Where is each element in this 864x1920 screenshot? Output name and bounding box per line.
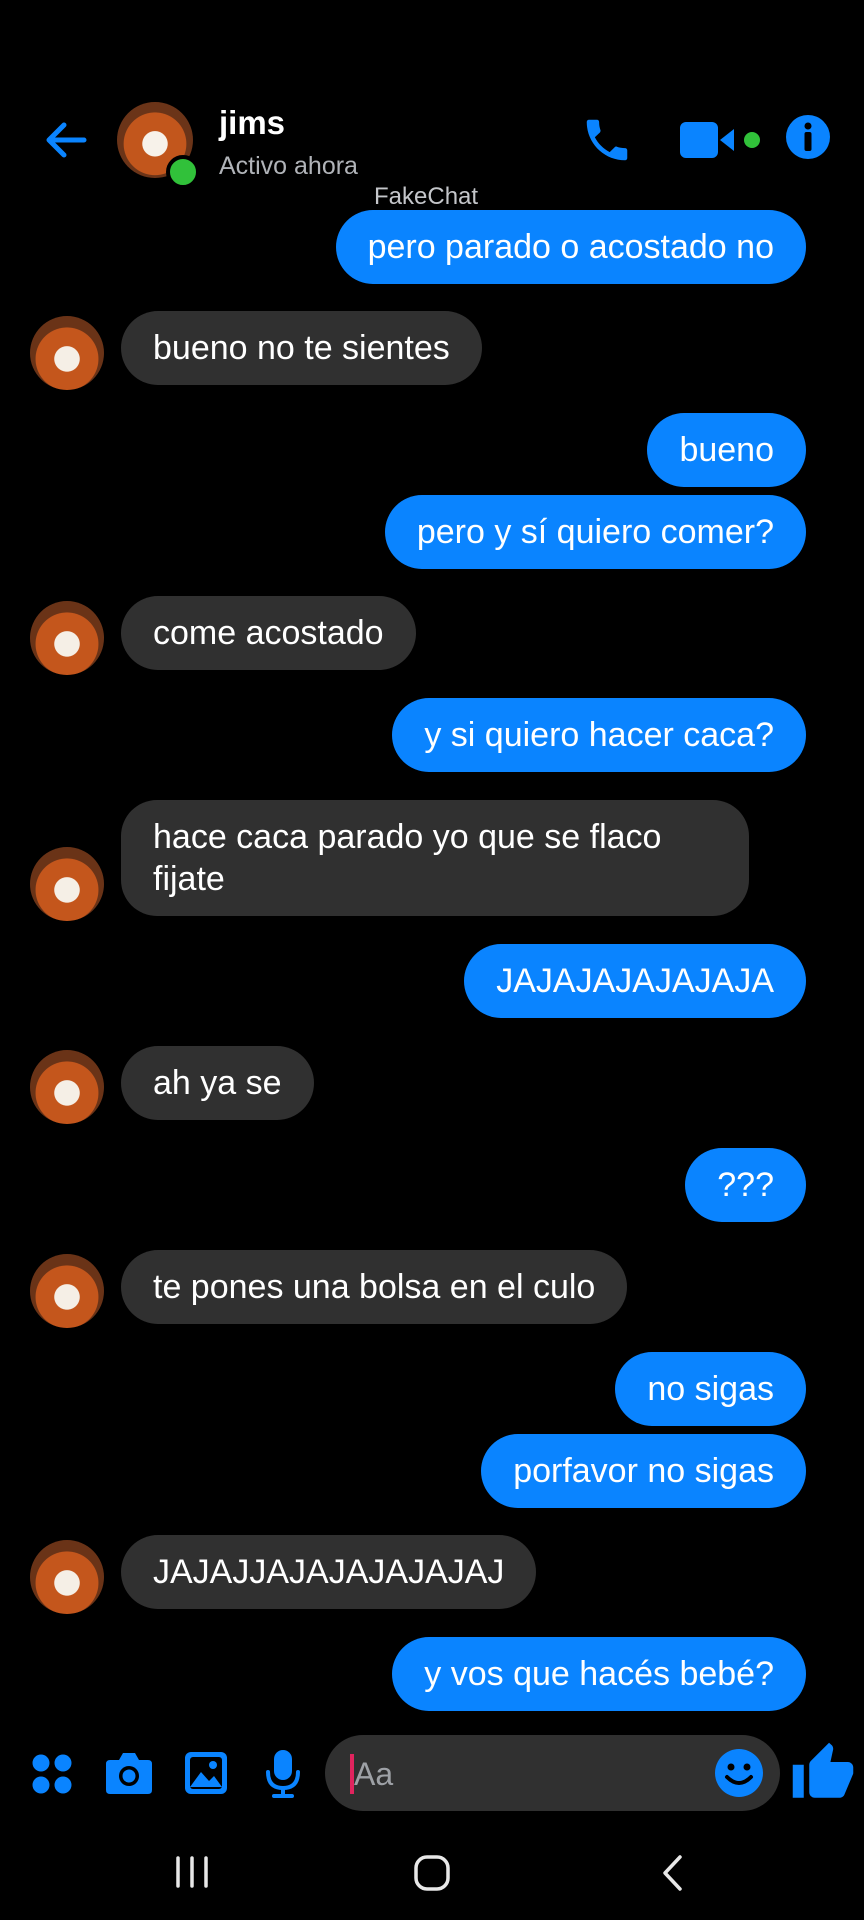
chat-header: jims Activo ahora FakeChat (0, 0, 864, 210)
message-bubble-outgoing[interactable]: porfavor no sigas (481, 1434, 806, 1508)
back-nav-icon[interactable] (656, 1854, 690, 1892)
message-input-placeholder: Aa (354, 1756, 394, 1792)
thumbs-up-icon[interactable] (790, 1740, 856, 1806)
message-bubble-incoming[interactable]: bueno no te sientes (121, 311, 482, 385)
back-arrow-icon[interactable] (38, 112, 94, 168)
message-input[interactable]: Aa (325, 1735, 780, 1811)
contact-status: Activo ahora (219, 152, 358, 180)
message-bubble-outgoing[interactable]: no sigas (615, 1352, 806, 1426)
online-indicator (166, 155, 200, 189)
contact-avatar-small (30, 847, 104, 921)
home-icon[interactable] (412, 1854, 452, 1892)
message-bubble-outgoing[interactable]: pero parado o acostado no (335, 210, 806, 284)
microphone-icon[interactable] (263, 1748, 303, 1800)
contact-avatar-small (30, 316, 104, 390)
camera-icon[interactable] (104, 1750, 154, 1796)
info-icon[interactable] (784, 113, 832, 161)
contact-name[interactable]: jims (219, 104, 285, 142)
message-bubble-outgoing[interactable]: y vos que hacés bebé? (392, 1637, 806, 1711)
video-camera-icon[interactable] (678, 120, 768, 160)
emoji-icon[interactable] (713, 1747, 765, 1799)
message-bubble-incoming[interactable]: hace caca parado yo que se flaco fijate (121, 800, 749, 916)
message-bubble-incoming[interactable]: ah ya se (121, 1046, 314, 1120)
watermark-text: FakeChat (374, 183, 479, 210)
message-bubble-outgoing[interactable]: y si quiero hacer caca? (392, 698, 806, 772)
message-bubble-incoming[interactable]: come acostado (121, 596, 416, 670)
contact-avatar-small (30, 1540, 104, 1614)
message-bubble-incoming[interactable]: te pones una bolsa en el culo (121, 1250, 628, 1324)
message-bubble-outgoing[interactable]: JAJAJAJAJAJAJA (464, 944, 806, 1018)
system-navigation-bar (0, 1830, 864, 1920)
message-bubble-outgoing[interactable]: bueno (647, 413, 806, 487)
message-bubble-outgoing[interactable]: ??? (685, 1148, 806, 1222)
recent-apps-icon[interactable] (172, 1854, 212, 1890)
message-bubble-incoming[interactable]: JAJAJJAJAJAJAJAJAJ (121, 1535, 537, 1609)
contact-avatar-small (30, 601, 104, 675)
gallery-icon[interactable] (183, 1750, 229, 1796)
composer-bar: Aa (0, 1730, 864, 1820)
message-bubble-outgoing[interactable]: pero y sí quiero comer? (384, 495, 806, 569)
contact-avatar-small (30, 1050, 104, 1124)
contact-avatar-small (30, 1254, 104, 1328)
phone-icon[interactable] (580, 113, 634, 167)
apps-grid-icon[interactable] (30, 1752, 74, 1796)
